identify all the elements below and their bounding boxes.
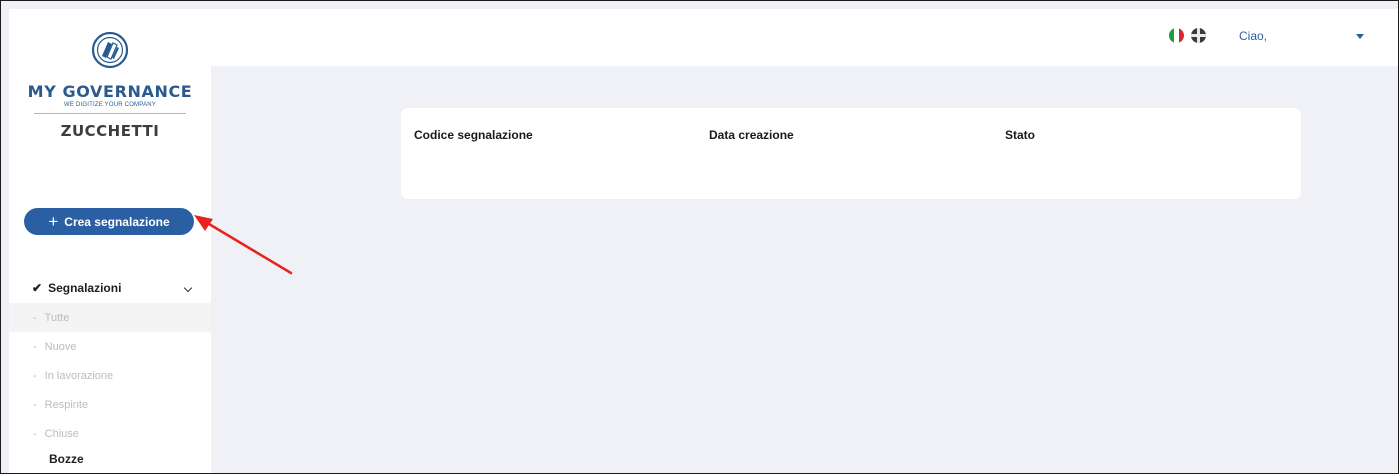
top-bar: Ciao, (211, 9, 1398, 66)
nav-item-closed[interactable]: - Chiuse (9, 419, 211, 448)
italian-flag-icon[interactable] (1169, 28, 1184, 43)
governance-logo-icon (91, 31, 129, 69)
bullet-dash: - (33, 340, 37, 353)
nav-item-in-progress[interactable]: - In lavorazione (9, 361, 211, 390)
nav-item-rejected[interactable]: - Respinte (9, 390, 211, 419)
column-header-created[interactable]: Data creazione (709, 128, 794, 142)
nav-item-label: Respinte (44, 398, 89, 411)
english-flag-icon[interactable] (1191, 28, 1206, 43)
plus-icon: + (48, 211, 59, 231)
column-header-code[interactable]: Codice segnalazione (414, 128, 533, 142)
nav-item-label: Nuove (44, 340, 77, 353)
brand-tagline: WE DIGITIZE YOUR COMPANY (64, 102, 156, 108)
brand-name: MY GOVERNANCE (27, 82, 193, 101)
app-frame: MY GOVERNANCE WE DIGITIZE YOUR COMPANY Z… (0, 0, 1399, 474)
logo-divider (34, 113, 186, 114)
user-greeting[interactable]: Ciao, (1239, 29, 1267, 43)
user-menu-caret-icon[interactable] (1356, 34, 1364, 39)
reports-table: Codice segnalazione Data creazione Stato (401, 108, 1301, 199)
nav-item-label: Chiuse (44, 427, 79, 440)
sidebar: MY GOVERNANCE WE DIGITIZE YOUR COMPANY Z… (9, 9, 211, 473)
nav-item-drafts[interactable]: Bozze (49, 452, 84, 466)
nav-item-label: In lavorazione (44, 369, 114, 382)
chevron-down-icon (183, 283, 193, 293)
bullet-dash: - (33, 369, 37, 382)
check-icon: ✔ (32, 281, 43, 295)
column-header-status[interactable]: Stato (1005, 128, 1035, 142)
bullet-dash: - (33, 311, 37, 324)
nav-section-reports[interactable]: ✔ Segnalazioni (9, 273, 211, 303)
create-report-label: Crea segnalazione (64, 214, 170, 229)
logo[interactable]: MY GOVERNANCE WE DIGITIZE YOUR COMPANY Z… (9, 9, 211, 169)
nav-item-all[interactable]: - Tutte (9, 303, 211, 332)
nav-list: - Tutte - Nuove - In lavorazione - Respi… (9, 303, 211, 448)
create-report-button[interactable]: + Crea segnalazione (24, 208, 194, 235)
bullet-dash: - (33, 398, 37, 411)
company-name: ZUCCHETTI (60, 122, 160, 140)
nav-item-new[interactable]: - Nuove (9, 332, 211, 361)
bullet-dash: - (33, 427, 37, 440)
nav-item-label: Tutte (44, 311, 70, 324)
nav-section-label: Segnalazioni (48, 281, 122, 295)
